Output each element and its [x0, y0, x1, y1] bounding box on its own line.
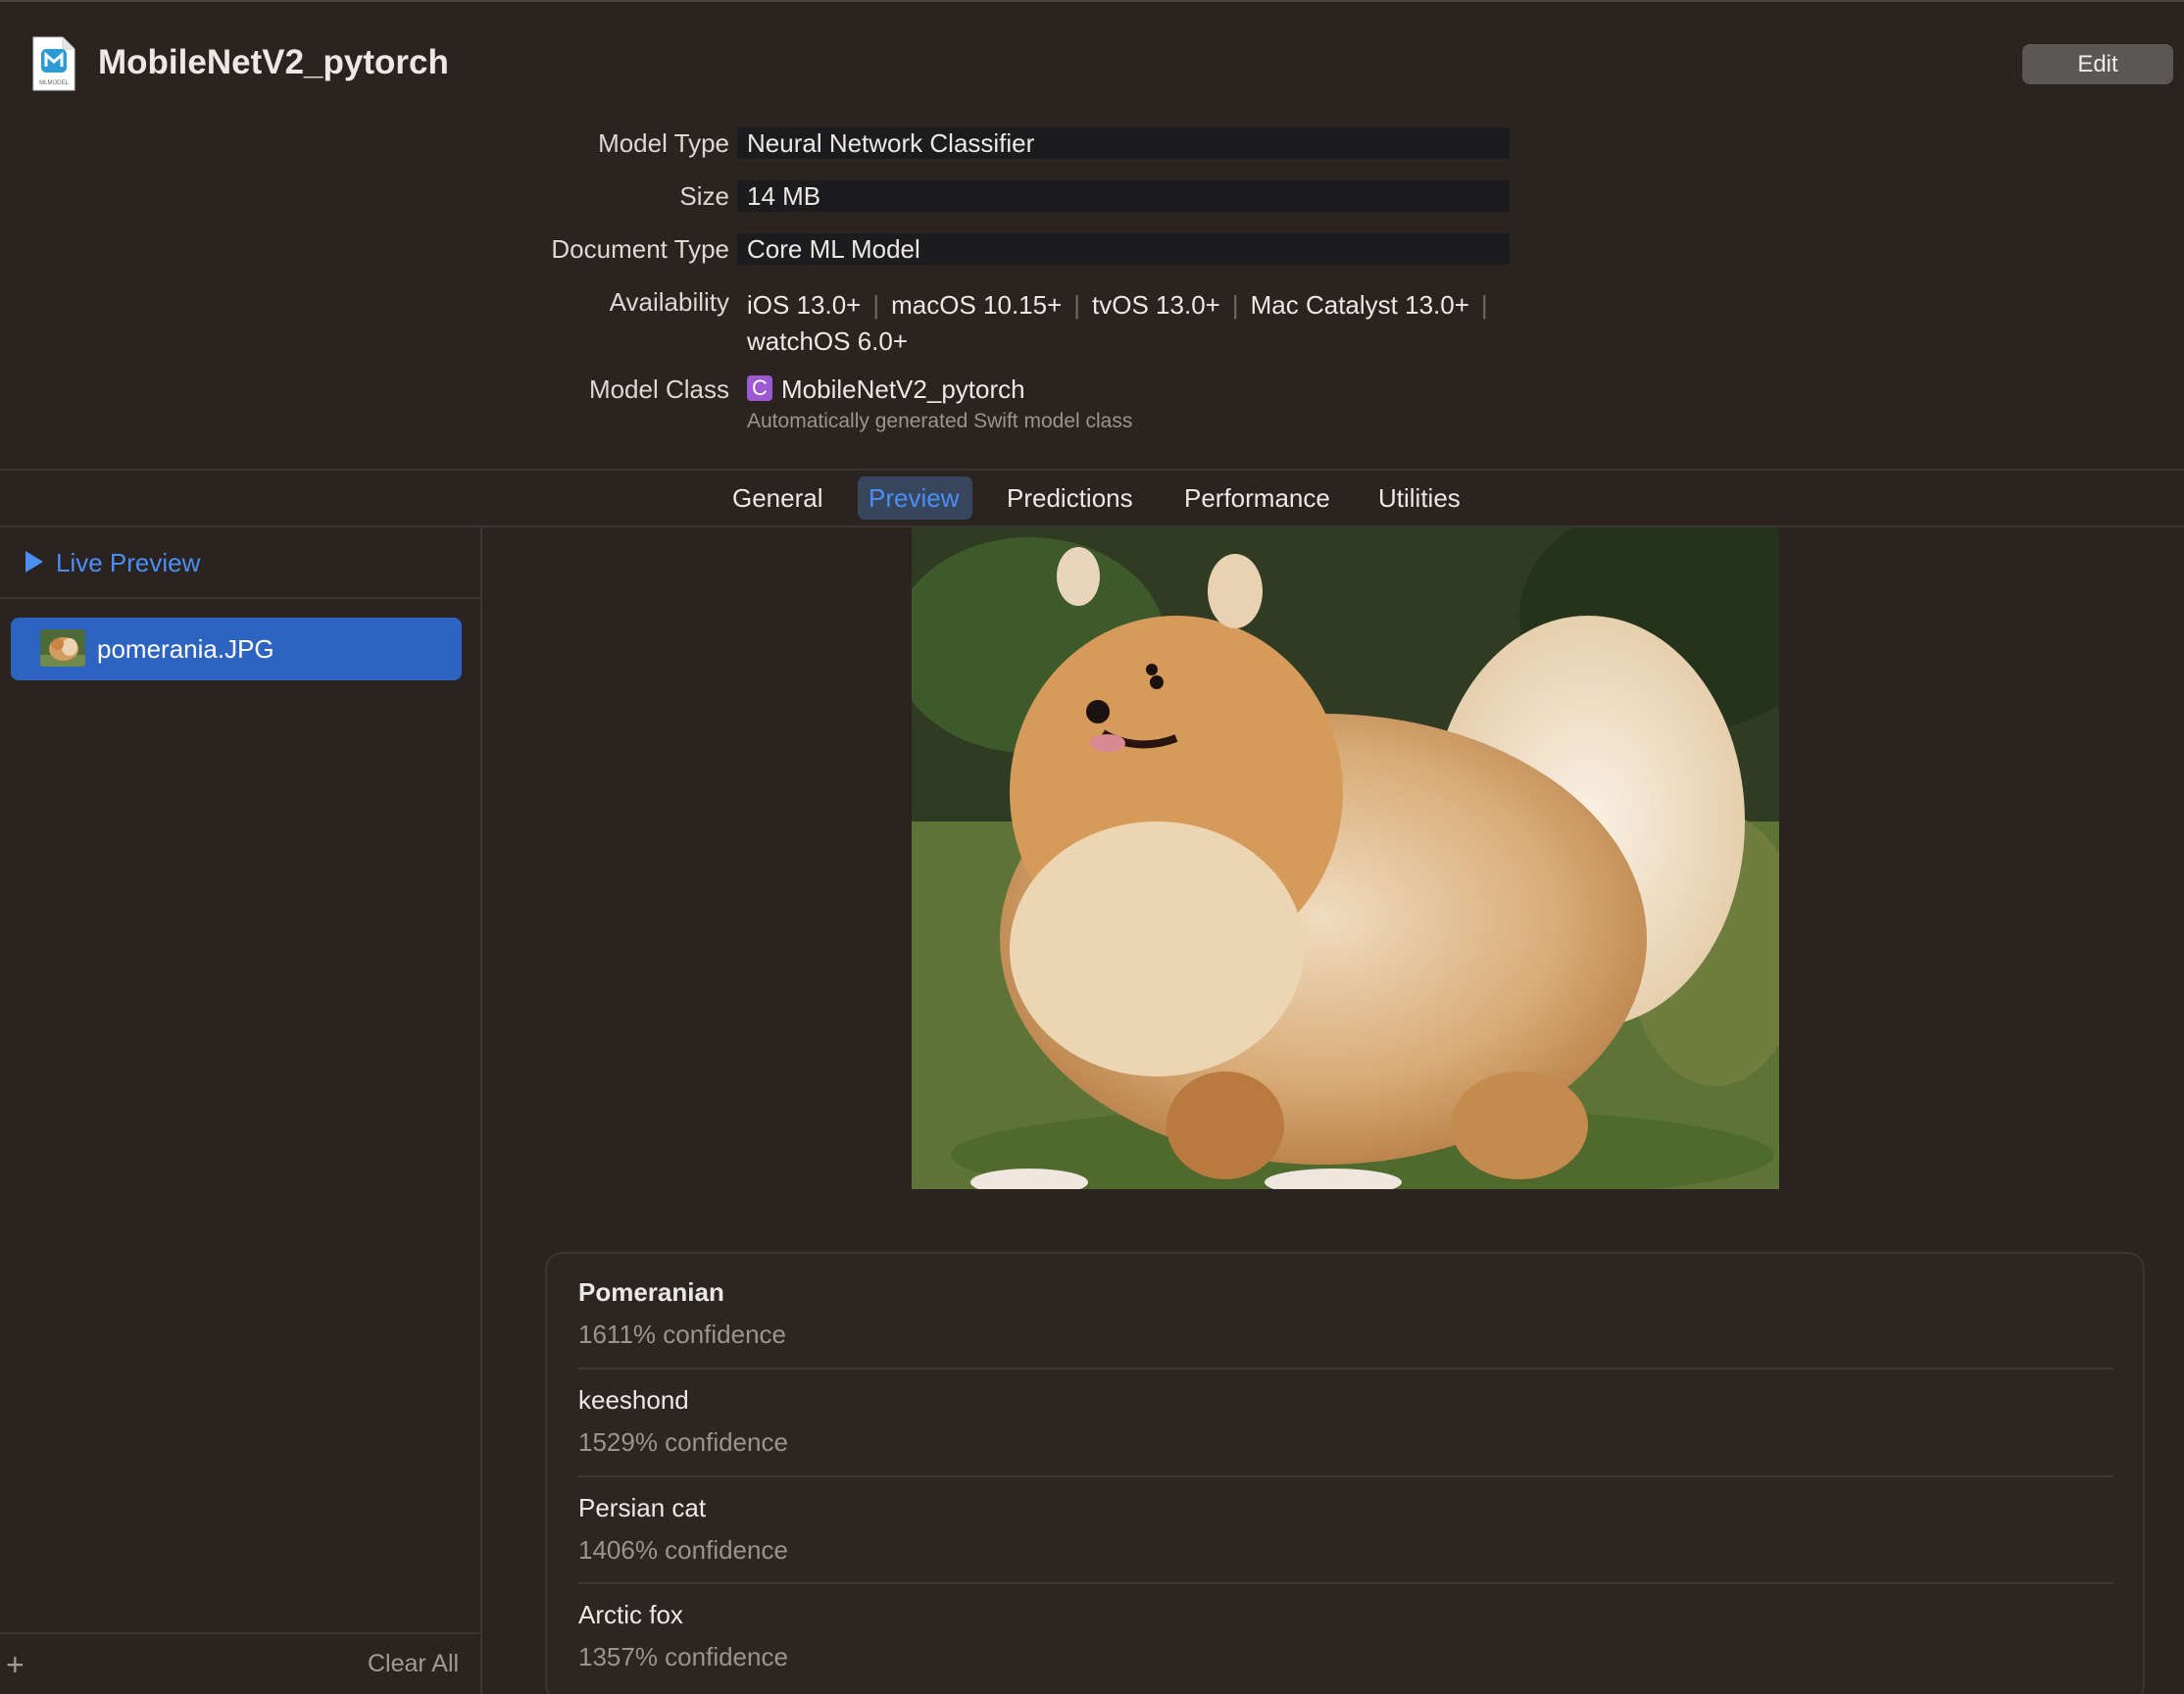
- plus-icon[interactable]: +: [6, 1649, 25, 1680]
- model-type-label: Model Type: [598, 128, 729, 158]
- edit-button[interactable]: Edit: [2022, 44, 2173, 84]
- result-confidence-2: 1529% confidence: [578, 1427, 788, 1457]
- document-type-label: Document Type: [551, 234, 729, 264]
- window-top-border: [0, 0, 2184, 2]
- result-label-4: Arctic fox: [578, 1600, 683, 1629]
- sidebar-footer-divider: [0, 1632, 482, 1634]
- result-divider-1: [578, 1368, 2113, 1370]
- image-thumbnail-icon: [40, 629, 85, 667]
- model-type-value: Neural Network Classifier: [747, 128, 1035, 158]
- availability-ios: iOS 13.0+: [747, 290, 862, 320]
- availability-label: Availability: [609, 287, 729, 317]
- result-confidence-3: 1406% confidence: [578, 1535, 788, 1565]
- play-icon[interactable]: [25, 551, 43, 573]
- availability-list: iOS 13.0+ | macOS 10.15+ | tvOS 13.0+ | Mac Ca…: [747, 290, 1488, 356]
- result-confidence-1: 1611% confidence: [578, 1320, 787, 1349]
- page-title: MobileNetV2_pytorch: [98, 43, 449, 81]
- document-type-value: Core ML Model: [747, 234, 920, 264]
- model-class-description: Automatically generated Swift model clas…: [747, 410, 1133, 432]
- result-divider-2: [578, 1475, 2113, 1477]
- preview-sidebar: [0, 527, 482, 1694]
- sidebar-divider: [0, 597, 482, 599]
- model-inspector-window: MLMODEL MobileNetV2_pytorch Edit Model T…: [0, 0, 2184, 1694]
- tab-predictions[interactable]: Predictions: [1007, 483, 1133, 514]
- result-label-1: Pomeranian: [578, 1277, 724, 1307]
- availability-mac-catalyst: Mac Catalyst 13.0+: [1250, 290, 1469, 320]
- preview-image: [912, 527, 1779, 1189]
- result-divider-3: [578, 1582, 2113, 1584]
- sidebar-item-pomerania[interactable]: pomerania.JPG: [11, 618, 462, 680]
- size-label: Size: [679, 181, 729, 211]
- availability-tvos: tvOS 13.0+: [1092, 290, 1220, 320]
- result-label-2: keeshond: [578, 1385, 689, 1415]
- tabs-top-divider: [0, 469, 2184, 471]
- result-confidence-4: 1357% confidence: [578, 1642, 788, 1671]
- mlmodel-file-icon: MLMODEL: [32, 36, 75, 91]
- live-preview-button[interactable]: Live Preview: [56, 548, 200, 578]
- file-name: pomerania.JPG: [97, 634, 274, 664]
- tab-utilities[interactable]: Utilities: [1378, 483, 1461, 514]
- result-label-3: Persian cat: [578, 1493, 707, 1522]
- availability-macos: macOS 10.15+: [891, 290, 1063, 320]
- tab-preview[interactable]: Preview: [869, 483, 959, 514]
- model-class-label: Model Class: [588, 374, 729, 404]
- svg-text:MLMODEL: MLMODEL: [39, 80, 69, 86]
- classification-results-panel: [545, 1252, 2145, 1694]
- swift-class-icon: C: [747, 375, 772, 401]
- clear-all-button[interactable]: Clear All: [368, 1650, 459, 1678]
- availability-watchos: watchOS 6.0+: [747, 326, 909, 356]
- size-field: [737, 180, 1510, 212]
- tab-general[interactable]: General: [732, 483, 823, 514]
- model-class-link[interactable]: MobileNetV2_pytorch: [781, 374, 1025, 405]
- size-value: 14 MB: [747, 181, 821, 211]
- tab-performance[interactable]: Performance: [1184, 483, 1330, 514]
